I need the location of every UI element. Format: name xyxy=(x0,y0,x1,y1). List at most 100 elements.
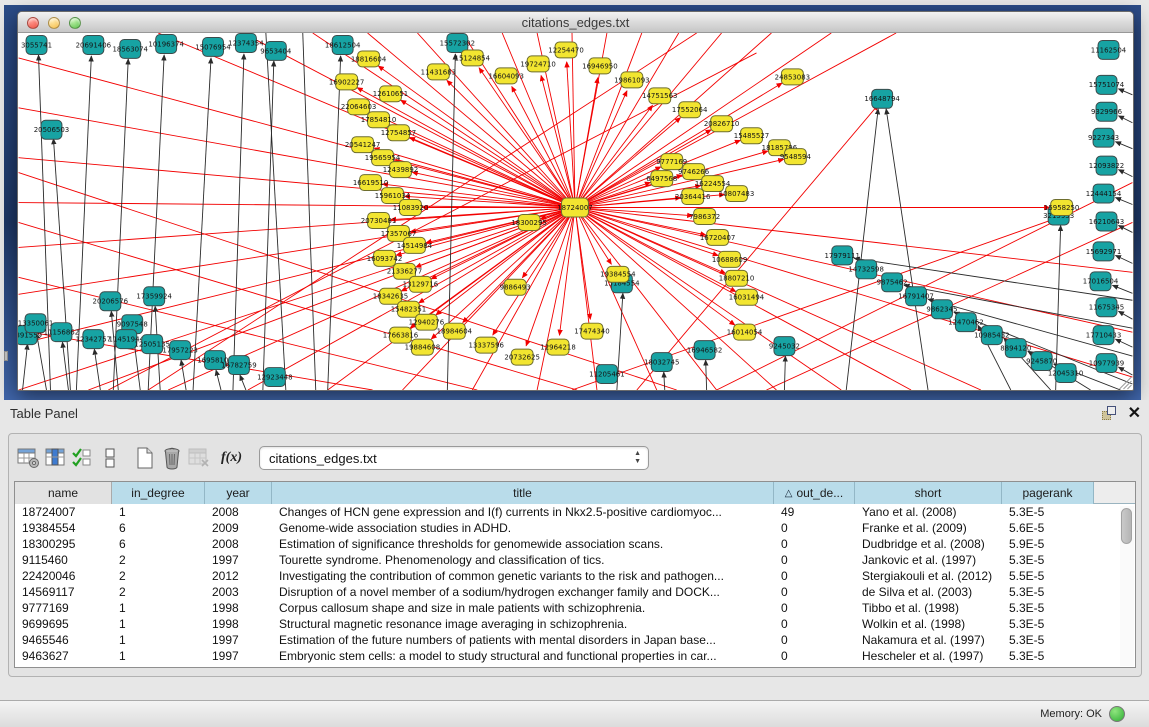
graph-edge[interactable] xyxy=(1115,255,1132,263)
create-column-icon[interactable] xyxy=(69,445,96,471)
import-table-icon[interactable] xyxy=(185,445,212,471)
graph-node[interactable]: 20691406 xyxy=(76,35,111,54)
table-mode-icon[interactable] xyxy=(15,445,42,471)
table-cell[interactable]: 0 xyxy=(774,600,855,616)
table-cell[interactable]: 0 xyxy=(774,552,855,568)
graph-node[interactable]: 18563074 xyxy=(113,39,149,58)
table-cell[interactable]: 0 xyxy=(774,520,855,536)
table-cell[interactable]: Yano et al. (2008) xyxy=(855,504,1002,520)
graph-node[interactable]: 15692971 xyxy=(1086,242,1121,261)
graph-edge[interactable] xyxy=(1118,89,1132,95)
graph-node[interactable]: 20506503 xyxy=(34,120,69,139)
table-cell[interactable]: 1998 xyxy=(205,600,272,616)
table-cell[interactable]: 2008 xyxy=(205,504,272,520)
table-cell[interactable]: 19384554 xyxy=(15,520,112,536)
graph-node[interactable]: 16031494 xyxy=(729,289,765,305)
table-cell[interactable]: 5.3E-5 xyxy=(1002,616,1094,632)
table-cell[interactable]: Tibbo et al. (1998) xyxy=(855,600,1002,616)
graph-node[interactable]: 16210643 xyxy=(1089,212,1124,231)
graph-node[interactable]: 15751074 xyxy=(1089,75,1125,94)
graph-edge[interactable] xyxy=(417,33,575,208)
graph-node[interactable]: 13337596 xyxy=(469,337,504,353)
table-cell[interactable]: Genome-wide association studies in ADHD. xyxy=(272,520,774,536)
table-cell[interactable]: Corpus callosum shape and size in male p… xyxy=(272,600,774,616)
graph-edge[interactable] xyxy=(328,56,341,390)
column-header-title[interactable]: title xyxy=(272,482,774,504)
graph-edge[interactable] xyxy=(1118,170,1132,177)
graph-node[interactable]: 12444154 xyxy=(1086,184,1122,203)
graph-edge[interactable] xyxy=(1118,116,1132,123)
row-height-icon[interactable] xyxy=(96,445,123,471)
delete-trash-icon[interactable] xyxy=(158,445,185,471)
graph-node[interactable]: 12470462 xyxy=(948,313,983,332)
table-cell[interactable]: Changes of HCN gene expression and I(f) … xyxy=(272,504,774,520)
table-cell[interactable]: 5.3E-5 xyxy=(1002,632,1094,648)
graph-edge[interactable] xyxy=(1118,311,1132,319)
graph-node[interactable]: 16648794 xyxy=(864,89,900,108)
column-header-out_de[interactable]: △out_de... xyxy=(774,482,855,504)
graph-node[interactable]: 20206576 xyxy=(93,292,128,311)
graph-edge[interactable] xyxy=(1115,198,1132,205)
table-cell[interactable]: 5.3E-5 xyxy=(1002,504,1094,520)
float-panel-icon[interactable] xyxy=(1101,405,1118,422)
table-row[interactable]: 2242004622012Investigating the contribut… xyxy=(15,568,1135,584)
table-cell[interactable]: Wolkin et al. (1998) xyxy=(855,616,1002,632)
graph-node[interactable]: 15076954 xyxy=(195,37,231,56)
table-cell[interactable]: 1 xyxy=(112,616,205,632)
graph-node[interactable]: 18032745 xyxy=(644,353,679,372)
graph-node[interactable]: 16946950 xyxy=(582,58,617,74)
table-cell[interactable]: 5.3E-5 xyxy=(1002,584,1094,600)
graph-node[interactable]: 20826710 xyxy=(704,116,739,132)
graph-edge[interactable] xyxy=(263,61,274,390)
network-canvas[interactable]: 3055741206914061856307410196374150769541… xyxy=(18,33,1133,390)
table-cell[interactable]: 2009 xyxy=(205,520,272,536)
graph-node[interactable]: 9548594 xyxy=(780,149,812,165)
table-cell[interactable]: 5.3E-5 xyxy=(1002,648,1094,664)
panel-collapse-icon[interactable] xyxy=(4,351,8,361)
table-row[interactable]: 911546021997Tourette syndrome. Phenomeno… xyxy=(15,552,1135,568)
graph-edge[interactable] xyxy=(1115,142,1132,149)
table-cell[interactable]: 9115460 xyxy=(15,552,112,568)
resize-grip-icon[interactable] xyxy=(1119,377,1131,389)
table-cell[interactable]: 5.9E-5 xyxy=(1002,536,1094,552)
table-cell[interactable]: 18300295 xyxy=(15,536,112,552)
table-cell[interactable]: 18724007 xyxy=(15,504,112,520)
table-cell[interactable]: 5.3E-5 xyxy=(1002,552,1094,568)
graph-node[interactable]: 17979111 xyxy=(825,246,860,265)
table-cell[interactable]: Stergiakouli et al. (2012) xyxy=(855,568,1002,584)
graph-edge[interactable] xyxy=(784,356,785,390)
close-panel-icon[interactable]: ✕ xyxy=(1128,406,1141,422)
column-header-year[interactable]: year xyxy=(205,482,272,504)
table-row[interactable]: 977716911998Corpus callosum shape and si… xyxy=(15,600,1135,616)
table-cell[interactable]: 0 xyxy=(774,648,855,664)
table-cell[interactable]: 5.5E-5 xyxy=(1002,568,1094,584)
table-cell[interactable]: 1 xyxy=(112,632,205,648)
table-cell[interactable]: 49 xyxy=(774,504,855,520)
graph-node[interactable]: 18724007 xyxy=(557,198,592,217)
table-cell[interactable]: 2012 xyxy=(205,568,272,584)
graph-node[interactable]: 10196374 xyxy=(148,34,184,53)
graph-edge[interactable] xyxy=(1115,339,1132,347)
column-header-in_degree[interactable]: in_degree xyxy=(112,482,205,504)
graph-edge[interactable] xyxy=(240,375,246,390)
graph-node[interactable]: 9329966 xyxy=(1091,102,1122,121)
graph-node[interactable]: 12342757 xyxy=(76,330,111,349)
graph-node[interactable]: 14732598 xyxy=(848,260,883,279)
graph-node[interactable]: 10688609 xyxy=(712,251,747,267)
graph-edge[interactable] xyxy=(19,58,575,208)
table-cell[interactable]: 14569117 xyxy=(15,584,112,600)
graph-node[interactable]: 11675345 xyxy=(1089,298,1124,317)
graph-edge[interactable] xyxy=(19,108,575,208)
graph-node[interactable]: 12254470 xyxy=(548,42,583,58)
table-cell[interactable]: Structural magnetic resonance image aver… xyxy=(272,616,774,632)
table-row[interactable]: 1456911722003Disruption of a novel membe… xyxy=(15,584,1135,600)
graph-node[interactable]: 19724710 xyxy=(520,56,555,72)
graph-edge[interactable] xyxy=(193,58,211,390)
table-cell[interactable]: Estimation of significance thresholds fo… xyxy=(272,536,774,552)
table-cell[interactable]: Dudbridge et al. (2008) xyxy=(855,536,1002,552)
graph-node[interactable]: 16946582 xyxy=(687,341,722,360)
graph-edge[interactable] xyxy=(23,344,28,390)
graph-edge[interactable] xyxy=(39,55,51,390)
graph-node[interactable]: 16902227 xyxy=(329,74,364,90)
graph-edge[interactable] xyxy=(410,208,575,329)
